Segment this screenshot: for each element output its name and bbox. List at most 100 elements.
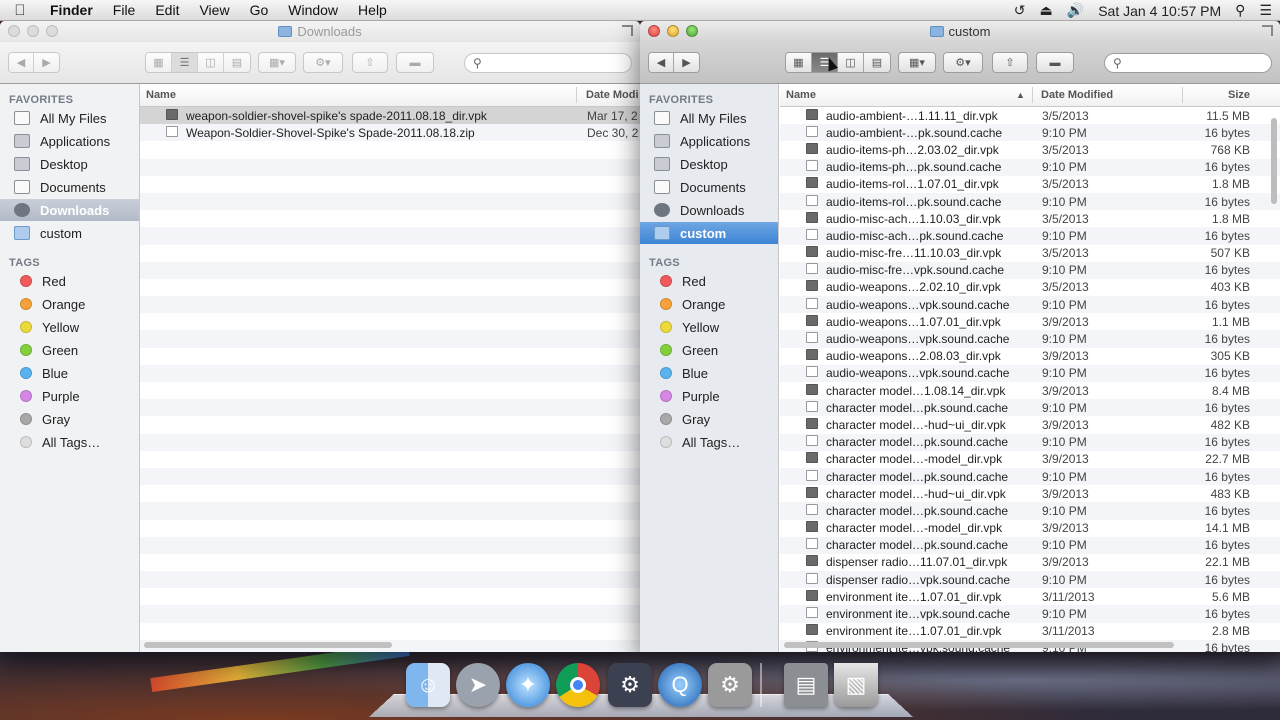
- file-row[interactable]: audio-items-ph…pk.sound.cache 9:10 PM 16 b…: [780, 158, 1280, 176]
- file-row[interactable]: environment ite…1.07.01_dir.vpk 3/11/2013…: [780, 588, 1280, 605]
- sidebar-item-desktop[interactable]: Desktop: [640, 153, 778, 175]
- sidebar-item-documents[interactable]: Documents: [640, 176, 778, 198]
- sidebar-tag-green[interactable]: Green: [0, 339, 139, 361]
- icon-view-icon[interactable]: ▦: [786, 53, 812, 72]
- file-row[interactable]: character model…-model_dir.vpk 3/9/2013 22…: [780, 451, 1280, 468]
- file-row[interactable]: environment ite…1.07.01_dir.vpk 3/11/2013…: [780, 623, 1280, 640]
- arrange-button[interactable]: ▦▾: [258, 52, 296, 73]
- launchpad-icon[interactable]: ➤: [456, 663, 500, 707]
- sidebar-tag-blue[interactable]: Blue: [0, 362, 139, 384]
- sidebar-tag-purple[interactable]: Purple: [640, 385, 778, 407]
- file-row[interactable]: weapon-soldier-shovel-spike's spade-2011…: [140, 107, 640, 125]
- file-row[interactable]: Weapon-Soldier-Shovel-Spike's Spade-2011…: [140, 124, 640, 142]
- sidebar-item-documents[interactable]: Documents: [0, 176, 139, 198]
- forward-icon[interactable]: ▶: [34, 53, 59, 72]
- sidebar-tag-green[interactable]: Green: [640, 339, 778, 361]
- file-row[interactable]: audio-misc-fre…vpk.sound.cache 9:10 PM 16 …: [780, 261, 1280, 279]
- sidebar-tag-alltags[interactable]: All Tags…: [640, 431, 778, 453]
- file-row[interactable]: dispenser radio…vpk.sound.cache 9:10 PM 16…: [780, 571, 1280, 589]
- sidebar-item-applications[interactable]: Applications: [640, 130, 778, 152]
- file-row[interactable]: character model…pk.sound.cache 9:10 PM 16 …: [780, 467, 1280, 486]
- file-row[interactable]: audio-items-rol…pk.sound.cache 9:10 PM 16 …: [780, 192, 1280, 211]
- sidebar-tag-yellow[interactable]: Yellow: [0, 316, 139, 338]
- file-row[interactable]: audio-ambient-…1.11.11_dir.vpk 3/5/2013 11…: [780, 107, 1280, 124]
- menu-window[interactable]: Window: [278, 2, 348, 18]
- menu-go[interactable]: Go: [240, 2, 279, 18]
- file-row[interactable]: audio-misc-ach…pk.sound.cache 9:10 PM 16 b…: [780, 227, 1280, 245]
- sidebar-tag-gray[interactable]: Gray: [640, 408, 778, 430]
- file-row[interactable]: character model…-hud~ui_dir.vpk 3/9/2013 4…: [780, 416, 1280, 433]
- action-button[interactable]: ⚙▾: [943, 52, 983, 73]
- file-row[interactable]: audio-ambient-…pk.sound.cache 9:10 PM 16 b…: [780, 124, 1280, 142]
- search-input[interactable]: ⚲: [1104, 53, 1272, 73]
- search-input[interactable]: ⚲: [464, 53, 632, 73]
- cover-flow-icon[interactable]: ▤: [864, 53, 890, 72]
- time-machine-icon[interactable]: ↺: [1014, 2, 1026, 19]
- horizontal-scrollbar[interactable]: [784, 642, 1174, 648]
- safari-icon[interactable]: ✦: [506, 663, 550, 707]
- file-row[interactable]: audio-weapons…vpk.sound.cache 9:10 PM 16 b…: [780, 330, 1280, 348]
- spotlight-icon[interactable]: ⚲: [1235, 2, 1245, 19]
- sidebar-tag-orange[interactable]: Orange: [0, 293, 139, 315]
- column-date[interactable]: Date Modified: [1041, 89, 1113, 101]
- back-forward-control[interactable]: ◀ ▶: [8, 52, 60, 73]
- view-mode-control[interactable]: ▦ ☰ ◫ ▤: [785, 52, 891, 73]
- tags-button[interactable]: ▬: [1036, 52, 1074, 73]
- volume-icon[interactable]: 🔊: [1067, 2, 1084, 19]
- sidebar-item-downloads[interactable]: Downloads: [0, 199, 139, 221]
- list-view-icon[interactable]: ☰: [172, 53, 198, 72]
- sidebar-tag-purple[interactable]: Purple: [0, 385, 139, 407]
- menu-help[interactable]: Help: [348, 2, 397, 18]
- file-row[interactable]: character model…pk.sound.cache 9:10 PM 16 …: [780, 433, 1280, 451]
- horizontal-scrollbar[interactable]: [144, 642, 392, 648]
- file-row[interactable]: audio-weapons…vpk.sound.cache 9:10 PM 16 b…: [780, 296, 1280, 314]
- file-row[interactable]: character model…pk.sound.cache 9:10 PM 16 …: [780, 502, 1280, 520]
- sidebar-item-desktop[interactable]: Desktop: [0, 153, 139, 175]
- column-name[interactable]: Name: [786, 89, 816, 101]
- file-row[interactable]: audio-weapons…1.07.01_dir.vpk 3/9/2013 1.1…: [780, 313, 1280, 330]
- arrange-button[interactable]: ▦▾: [898, 52, 936, 73]
- column-size[interactable]: Size: [1228, 89, 1250, 101]
- window-titlebar[interactable]: custom: [640, 21, 1280, 42]
- finder-icon[interactable]: ☺: [406, 663, 450, 707]
- back-forward-control[interactable]: ◀ ▶: [648, 52, 700, 73]
- sidebar-tag-yellow[interactable]: Yellow: [640, 316, 778, 338]
- icon-view-icon[interactable]: ▦: [146, 53, 172, 72]
- fullscreen-icon[interactable]: [1262, 25, 1273, 36]
- back-icon[interactable]: ◀: [9, 53, 35, 72]
- sidebar-tag-orange[interactable]: Orange: [640, 293, 778, 315]
- sidebar-item-custom[interactable]: custom: [0, 222, 139, 244]
- file-row[interactable]: audio-weapons…2.02.10_dir.vpk 3/5/2013 403…: [780, 279, 1280, 296]
- sidebar-tag-red[interactable]: Red: [640, 270, 778, 292]
- vertical-scrollbar[interactable]: [1271, 118, 1277, 204]
- file-row[interactable]: audio-misc-ach…1.10.03_dir.vpk 3/5/2013 1.…: [780, 210, 1280, 227]
- file-row[interactable]: character model…pk.sound.cache 9:10 PM 16 …: [780, 399, 1280, 417]
- share-button[interactable]: ⇧: [352, 52, 388, 73]
- sidebar-item-custom[interactable]: custom: [640, 222, 778, 244]
- sidebar-tag-blue[interactable]: Blue: [640, 362, 778, 384]
- file-row[interactable]: character model…1.08.14_dir.vpk 3/9/2013 8…: [780, 382, 1280, 399]
- column-view-icon[interactable]: ◫: [838, 53, 864, 72]
- action-button[interactable]: ⚙▾: [303, 52, 343, 73]
- column-name[interactable]: Name: [146, 89, 176, 101]
- sidebar-item-applications[interactable]: Applications: [0, 130, 139, 152]
- back-icon[interactable]: ◀: [649, 53, 675, 72]
- view-mode-control[interactable]: ▦ ☰ ◫ ▤: [145, 52, 251, 73]
- notification-center-icon[interactable]: ☰: [1259, 2, 1272, 19]
- file-row[interactable]: dispenser radio…11.07.01_dir.vpk 3/9/2013…: [780, 554, 1280, 571]
- file-row[interactable]: audio-items-ph…2.03.02_dir.vpk 3/5/2013 76…: [780, 141, 1280, 158]
- menu-view[interactable]: View: [189, 2, 239, 18]
- file-row[interactable]: environment ite…vpk.sound.cache 9:10 PM 16…: [780, 605, 1280, 623]
- fullscreen-icon[interactable]: [622, 25, 633, 36]
- sidebar-tag-red[interactable]: Red: [0, 270, 139, 292]
- file-row[interactable]: audio-weapons…2.08.03_dir.vpk 3/9/2013 305…: [780, 348, 1280, 365]
- cover-flow-icon[interactable]: ▤: [224, 53, 250, 72]
- menubar-clock[interactable]: Sat Jan 4 10:57 PM: [1098, 3, 1221, 19]
- system-preferences-icon[interactable]: ⚙: [708, 663, 752, 707]
- file-row[interactable]: audio-items-rol…1.07.01_dir.vpk 3/5/2013 1…: [780, 176, 1280, 193]
- steam-icon[interactable]: ⚙: [608, 663, 652, 707]
- file-row[interactable]: character model…pk.sound.cache 9:10 PM 16 …: [780, 536, 1280, 554]
- file-row[interactable]: audio-weapons…vpk.sound.cache 9:10 PM 16 b…: [780, 364, 1280, 382]
- sidebar-item-all-my-files[interactable]: All My Files: [640, 107, 778, 129]
- tags-button[interactable]: ▬: [396, 52, 434, 73]
